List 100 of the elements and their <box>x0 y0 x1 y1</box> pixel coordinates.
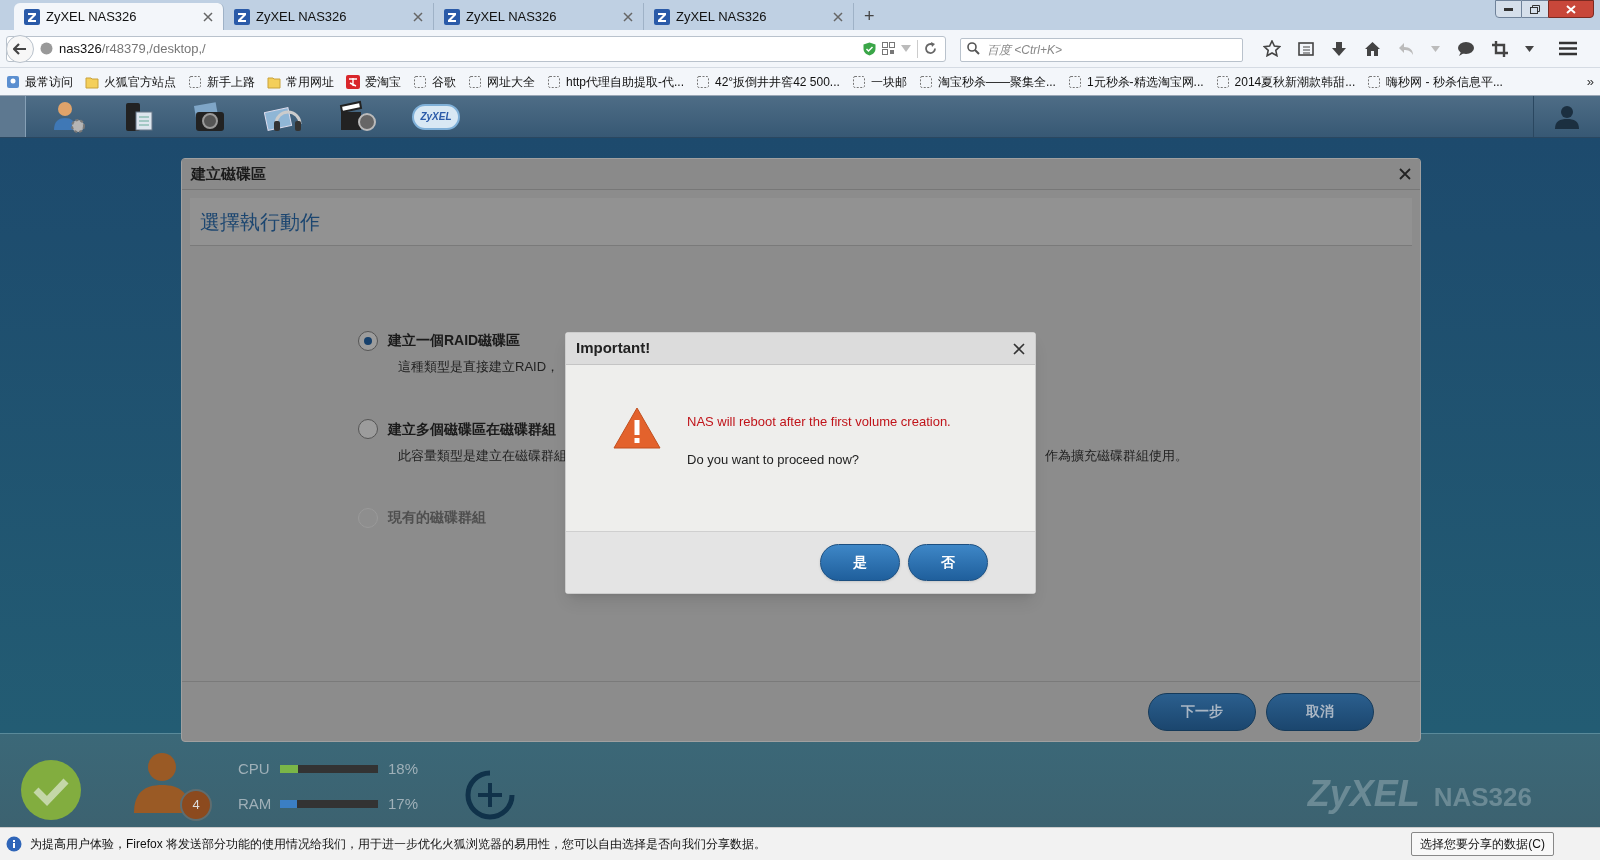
radio-button[interactable] <box>358 419 378 439</box>
bookmark-item[interactable]: 1元秒杀-精选淘宝网... <box>1067 72 1216 91</box>
bookmark-item[interactable]: 42°扳倒井井窖42 500... <box>696 72 852 91</box>
meter-label: CPU <box>238 759 271 779</box>
reload-icon[interactable] <box>924 42 937 55</box>
chat-bubble-icon[interactable] <box>1457 40 1475 57</box>
count-badge: 4 <box>180 789 212 821</box>
bookmark-item[interactable]: 爱淘宝 <box>346 72 413 91</box>
tab-title: ZyXEL NAS326 <box>676 7 768 26</box>
new-tab-button[interactable]: + <box>854 3 885 30</box>
bookmark-label: 2014夏秋新潮款韩甜... <box>1234 73 1356 91</box>
user-icon[interactable] <box>1554 103 1580 130</box>
folder-icon <box>85 74 99 89</box>
option-title: 現有的磁碟群組 <box>388 508 486 527</box>
wizard-button[interactable]: 下一步 <box>1148 692 1256 731</box>
download-icon[interactable] <box>1331 40 1347 57</box>
close-icon[interactable] <box>203 11 213 22</box>
meter-reading: 17% <box>388 793 419 814</box>
shield-icon <box>863 41 876 56</box>
reading-list-icon[interactable] <box>1298 40 1314 57</box>
page-icon <box>918 74 933 89</box>
warning-message: NAS will reboot after the first volume creation. <box>687 413 951 431</box>
bookmarks-icon <box>6 74 20 89</box>
address-bar[interactable]: nas326/r48379,/desktop,/ <box>6 35 946 62</box>
bookmark-item[interactable]: 淘宝秒杀——聚集全... <box>918 72 1068 91</box>
option-title: 建立一個RAID磁碟區 <box>388 331 521 350</box>
page-icon <box>1367 74 1382 89</box>
close-icon[interactable] <box>1399 168 1411 180</box>
bookmark-item[interactable]: 常用网址 <box>267 72 346 91</box>
overflow-button[interactable]: » <box>1586 71 1594 92</box>
page-icon <box>547 74 561 89</box>
dropdown-icon[interactable] <box>1525 45 1534 52</box>
restore-button[interactable] <box>1522 0 1548 18</box>
site-icon <box>234 8 250 25</box>
share-data-button[interactable]: 选择您要分享的数据(C) <box>1411 832 1554 856</box>
bookmark-item[interactable]: 谷歌 <box>413 72 468 91</box>
option-description: 這種類型是直接建立RAID， <box>398 358 560 376</box>
crop-icon[interactable] <box>1492 40 1508 57</box>
notification-text: 为提高用户体验，Firefox 将发送部分功能的使用情况给我们，用于进一步优化火狐浏览器的易用性，您可以自由选择是否向我们分享数据。 <box>30 836 767 853</box>
page-icon <box>1067 74 1082 89</box>
bookmark-label: 最常访问 <box>25 73 73 91</box>
bookmark-label: 火狐官方站点 <box>104 73 176 91</box>
tab-title: ZyXEL NAS326 <box>46 7 138 26</box>
dialog-title: Important! <box>576 338 652 359</box>
meter-label: RAM <box>238 793 273 814</box>
back-button[interactable] <box>6 34 34 63</box>
step-heading: 選擇執行動作 <box>200 209 320 235</box>
bookmark-label: 新手上路 <box>207 73 255 91</box>
site-icon <box>24 8 40 25</box>
dialog-button[interactable]: 否 <box>908 544 988 581</box>
site-icon <box>444 8 460 25</box>
browser-tab[interactable]: ZyXEL NAS326 <box>14 3 224 30</box>
film-clapper-icon[interactable] <box>338 99 376 134</box>
sidebar-toggle[interactable] <box>0 96 26 137</box>
bookmark-label: 爱淘宝 <box>365 73 401 91</box>
bookmark-label: http代理自助提取-代... <box>566 73 684 91</box>
search-field[interactable]: 百度 <Ctrl+K> <box>960 37 1243 62</box>
wizard-button[interactable]: 取消 <box>1266 692 1374 731</box>
page-icon <box>851 74 866 89</box>
user-settings-icon[interactable] <box>52 99 86 134</box>
bookmark-item[interactable]: 网址大全 <box>468 72 547 91</box>
close-window-button[interactable] <box>1548 0 1594 18</box>
close-icon[interactable] <box>1013 342 1025 355</box>
page-icon <box>413 74 427 89</box>
home-icon[interactable] <box>1364 40 1381 57</box>
bookmark-item[interactable]: http代理自助提取-代... <box>547 72 696 91</box>
minimize-button[interactable] <box>1495 0 1522 18</box>
close-icon <box>1566 4 1576 14</box>
bookmark-item[interactable]: 2014夏秋新潮款韩甜... <box>1215 72 1368 91</box>
bookmark-label: 淘宝秒杀——聚集全... <box>937 73 1056 91</box>
bookmark-label: 常用网址 <box>286 73 334 91</box>
bookmark-label: 1元秒杀-精选淘宝网... <box>1086 73 1204 91</box>
option-description: 此容量類型是建立在磁碟群組 <box>398 446 567 465</box>
bookmark-item[interactable]: 嗨秒网 - 秒杀信息平... <box>1367 72 1515 91</box>
restore-icon <box>1530 4 1540 14</box>
bookmark-item[interactable]: 最常访问 <box>6 72 85 91</box>
menu-icon[interactable] <box>1559 41 1577 56</box>
meter-reading: 18% <box>388 759 419 779</box>
dialog-button[interactable]: 是 <box>820 544 900 581</box>
star-icon[interactable] <box>1263 40 1281 57</box>
bookmark-label: 网址大全 <box>487 73 535 91</box>
page-icon <box>1215 74 1230 89</box>
page-icon <box>696 74 710 89</box>
bookmark-item[interactable]: 一块邮 <box>851 72 919 91</box>
bookmark-label: 嗨秒网 - 秒杀信息平... <box>1386 73 1503 91</box>
bookmark-item[interactable]: 火狐官方站点 <box>85 72 188 91</box>
option-description: 作為擴充磁碟群組使用。 <box>1045 446 1188 465</box>
qr-code-icon <box>882 42 895 55</box>
status-ok-icon[interactable] <box>20 759 82 821</box>
shop-icon <box>346 74 360 89</box>
minimize-icon <box>1504 7 1513 11</box>
bookmark-label: 谷歌 <box>432 73 456 91</box>
cloud-logo[interactable]: ZyXEL <box>412 103 460 130</box>
back-arrow-icon <box>13 42 27 55</box>
radio-button[interactable] <box>358 330 378 351</box>
tab-title: ZyXEL NAS326 <box>256 7 348 26</box>
tab-title: ZyXEL NAS326 <box>466 7 558 26</box>
bookmark-item[interactable]: 新手上路 <box>188 72 267 91</box>
warning-icon <box>613 407 661 449</box>
url-text: nas326/r48379,/desktop,/ <box>59 39 207 58</box>
